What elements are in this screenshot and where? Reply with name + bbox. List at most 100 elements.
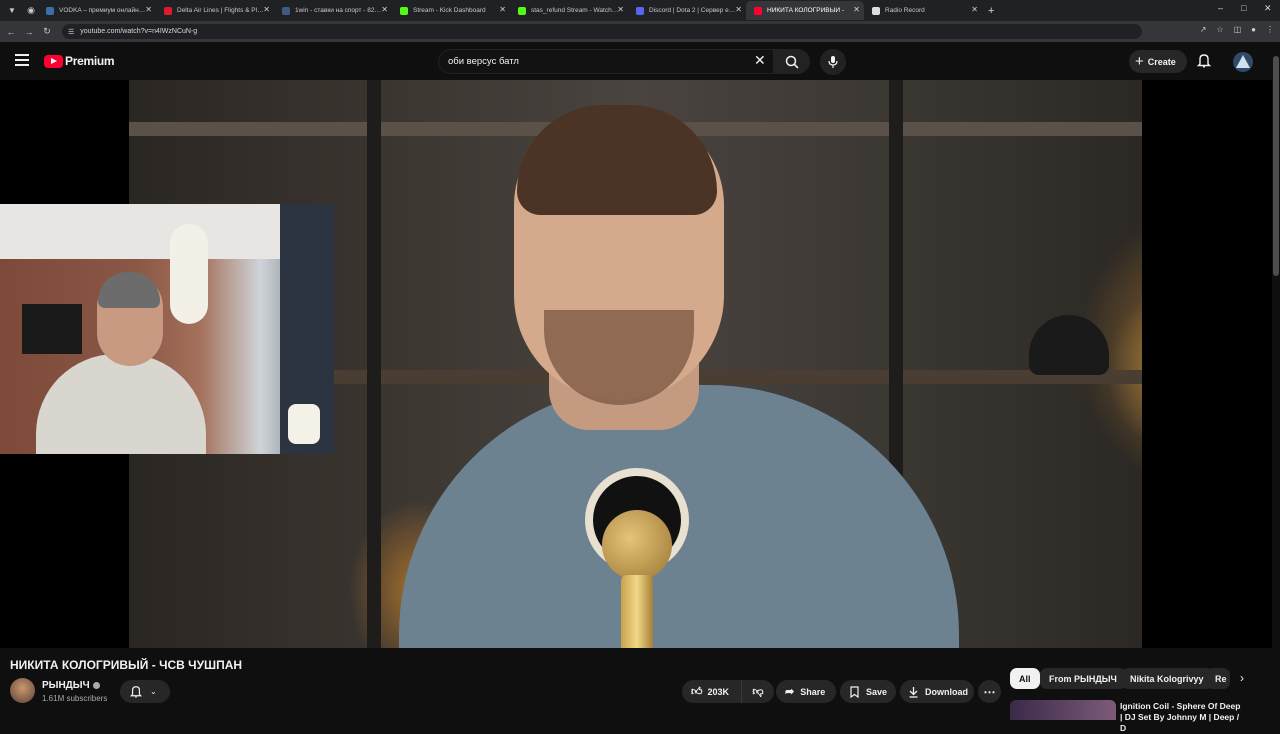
tab-close-icon[interactable]: ✕ (499, 5, 506, 14)
like-button[interactable]: 👍︎ 203K (682, 680, 742, 703)
share-label: Share (800, 686, 826, 697)
table-lamp (1029, 315, 1109, 375)
like-dislike-group: 👍︎ 203K 👎︎ (682, 680, 774, 703)
verified-icon (92, 681, 100, 689)
chip-nikita-kologrivyy[interactable]: Nikita Kologrivyy (1121, 668, 1213, 689)
tab-favicon-icon (400, 6, 408, 15)
address-bar-row: ← → ↻ ☰ youtube.com/watch?v=n4IWzNCuN-g … (0, 21, 1280, 42)
chevron-down-icon: ⌄ (150, 687, 157, 696)
youtube-logo[interactable]: Premium (44, 54, 115, 68)
subscriber-count: 1.61M subscribers (42, 694, 108, 703)
bell-icon (130, 686, 142, 698)
site-info-icon[interactable]: ☰ (68, 28, 74, 36)
tab-close-icon[interactable]: ✕ (263, 5, 270, 14)
channel-name[interactable]: РЫНДЫЧ (42, 680, 100, 691)
tab-search-icon[interactable]: ▼ (0, 6, 24, 15)
browser-tab[interactable]: stas_refund Stream - Watch Live ✕ (510, 1, 628, 20)
clear-search-icon[interactable]: ✕ (754, 53, 766, 67)
microphone-icon (828, 56, 838, 68)
tab-close-icon[interactable]: ✕ (853, 5, 860, 14)
video-title: НИКИТА КОЛОГРИВЫЙ - ЧСВ ЧУШПАН (10, 658, 243, 672)
thumbs-up-icon: 👍︎ (691, 686, 703, 698)
tab-favicon-icon (872, 6, 880, 15)
close-window-button[interactable]: ✕ (1264, 3, 1272, 14)
browser-tab[interactable]: Delta Air Lines | Flights & Plane ✕ (156, 1, 274, 20)
browser-tab[interactable]: НИКИТА КОЛОГРИВЫЙ - ✕ (746, 1, 864, 20)
tab-close-icon[interactable]: ✕ (617, 5, 624, 14)
chip-truncated[interactable]: Re (1206, 668, 1230, 689)
chrome-menu-icon[interactable]: ◉ (24, 5, 38, 16)
browser-tab[interactable]: 1win - ставки на спорт - 82180 ✕ (274, 1, 392, 20)
tab-favicon-icon (46, 6, 54, 15)
account-avatar[interactable] (1233, 52, 1253, 72)
save-playlist-icon (850, 685, 859, 698)
browser-tab-strip: ▼ ◉ VODKA – премиум онлайн-ка ✕ Delta Air … (0, 0, 1280, 21)
channel-name-text: РЫНДЫЧ (42, 680, 90, 691)
search-icon (785, 55, 799, 69)
recommendation-title[interactable]: Ignition Coil - Sphere Of Deep | DJ Set … (1120, 701, 1245, 734)
webcam-tv (22, 304, 82, 354)
search-button[interactable] (774, 49, 810, 74)
extensions-icon[interactable]: ◫ (1234, 25, 1242, 34)
tab-close-icon[interactable]: ✕ (145, 5, 152, 14)
hamburger-menu-icon[interactable] (15, 54, 29, 69)
tab-close-icon[interactable]: ✕ (735, 5, 742, 14)
tab-close-icon[interactable]: ✕ (971, 5, 978, 14)
save-button[interactable]: Save (840, 680, 896, 703)
more-actions-button[interactable]: ⋯ (978, 680, 1001, 703)
webcam-person-hair (98, 272, 160, 308)
browser-tab[interactable]: Radio Record ✕ (864, 1, 982, 20)
open-in-app-icon[interactable]: ↗ (1200, 25, 1207, 34)
back-icon[interactable]: ← (2, 27, 20, 37)
youtube-play-icon (44, 54, 63, 68)
chevron-right-icon[interactable]: › (1240, 671, 1244, 685)
logo-text: Premium (65, 54, 115, 68)
tab-title: НИКИТА КОЛОГРИВЫЙ - (767, 7, 844, 14)
create-button[interactable]: + Create (1129, 50, 1187, 73)
maximize-button[interactable]: □ (1241, 3, 1246, 13)
video-player[interactable] (0, 80, 1280, 648)
browser-tab[interactable]: Discord | Dota 2 | Сервер e[L]v ✕ (628, 1, 746, 20)
plus-icon: + (1135, 53, 1144, 70)
like-count: 203K (707, 686, 730, 697)
thumbs-down-icon: 👎︎ (752, 686, 764, 698)
search-input[interactable] (448, 56, 738, 67)
menu-dots-icon[interactable]: ⋮ (1266, 25, 1274, 34)
share-icon: ➦ (785, 686, 795, 698)
browser-tab[interactable]: Stream - Kick Dashboard ✕ (392, 1, 510, 20)
notifications-bell-icon[interactable] (1197, 53, 1211, 68)
webcam-person-body (36, 354, 206, 454)
webcam-overlay (0, 204, 334, 454)
search-box[interactable] (438, 49, 774, 74)
microphone-body (621, 575, 653, 648)
minimize-button[interactable]: – (1218, 3, 1223, 13)
browser-tab[interactable]: VODKA – премиум онлайн-ка ✕ (38, 1, 156, 20)
bookmark-star-icon[interactable]: ☆ (1216, 25, 1223, 34)
download-button[interactable]: Download (900, 680, 974, 703)
chip-from-channel[interactable]: From РЫНДЫЧ (1040, 668, 1126, 689)
tab-title: 1win - ставки на спорт - 82180 (295, 7, 383, 14)
tab-close-icon[interactable]: ✕ (381, 5, 388, 14)
reload-icon[interactable]: ↻ (38, 26, 56, 37)
profile-icon[interactable]: ● (1251, 25, 1256, 34)
download-icon (909, 686, 918, 698)
channel-avatar[interactable] (10, 678, 35, 703)
tab-title: VODKA – премиум онлайн-ка (59, 7, 147, 14)
tab-title: stas_refund Stream - Watch Live (531, 7, 619, 14)
subscription-bell-button[interactable]: ⌄ (120, 680, 170, 703)
dislike-button[interactable]: 👎︎ (742, 685, 774, 698)
tab-title: Radio Record (885, 7, 925, 14)
scrollbar-thumb[interactable] (1273, 56, 1279, 276)
youtube-header: Premium ✕ + Create (0, 42, 1280, 80)
forward-icon[interactable]: → (20, 27, 38, 37)
chip-all[interactable]: All (1010, 668, 1040, 689)
url-field[interactable]: ☰ youtube.com/watch?v=n4IWzNCuN-g (62, 24, 1142, 39)
tab-title: Stream - Kick Dashboard (413, 7, 486, 14)
voice-search-button[interactable] (820, 49, 846, 75)
url-text: youtube.com/watch?v=n4IWzNCuN-g (80, 28, 198, 35)
tab-favicon-icon (754, 6, 762, 15)
recommendation-thumbnail[interactable] (1010, 700, 1116, 720)
new-tab-button[interactable]: + (988, 5, 994, 17)
share-button[interactable]: ➦ Share (776, 680, 836, 703)
webcam-swan-decor (170, 224, 208, 324)
